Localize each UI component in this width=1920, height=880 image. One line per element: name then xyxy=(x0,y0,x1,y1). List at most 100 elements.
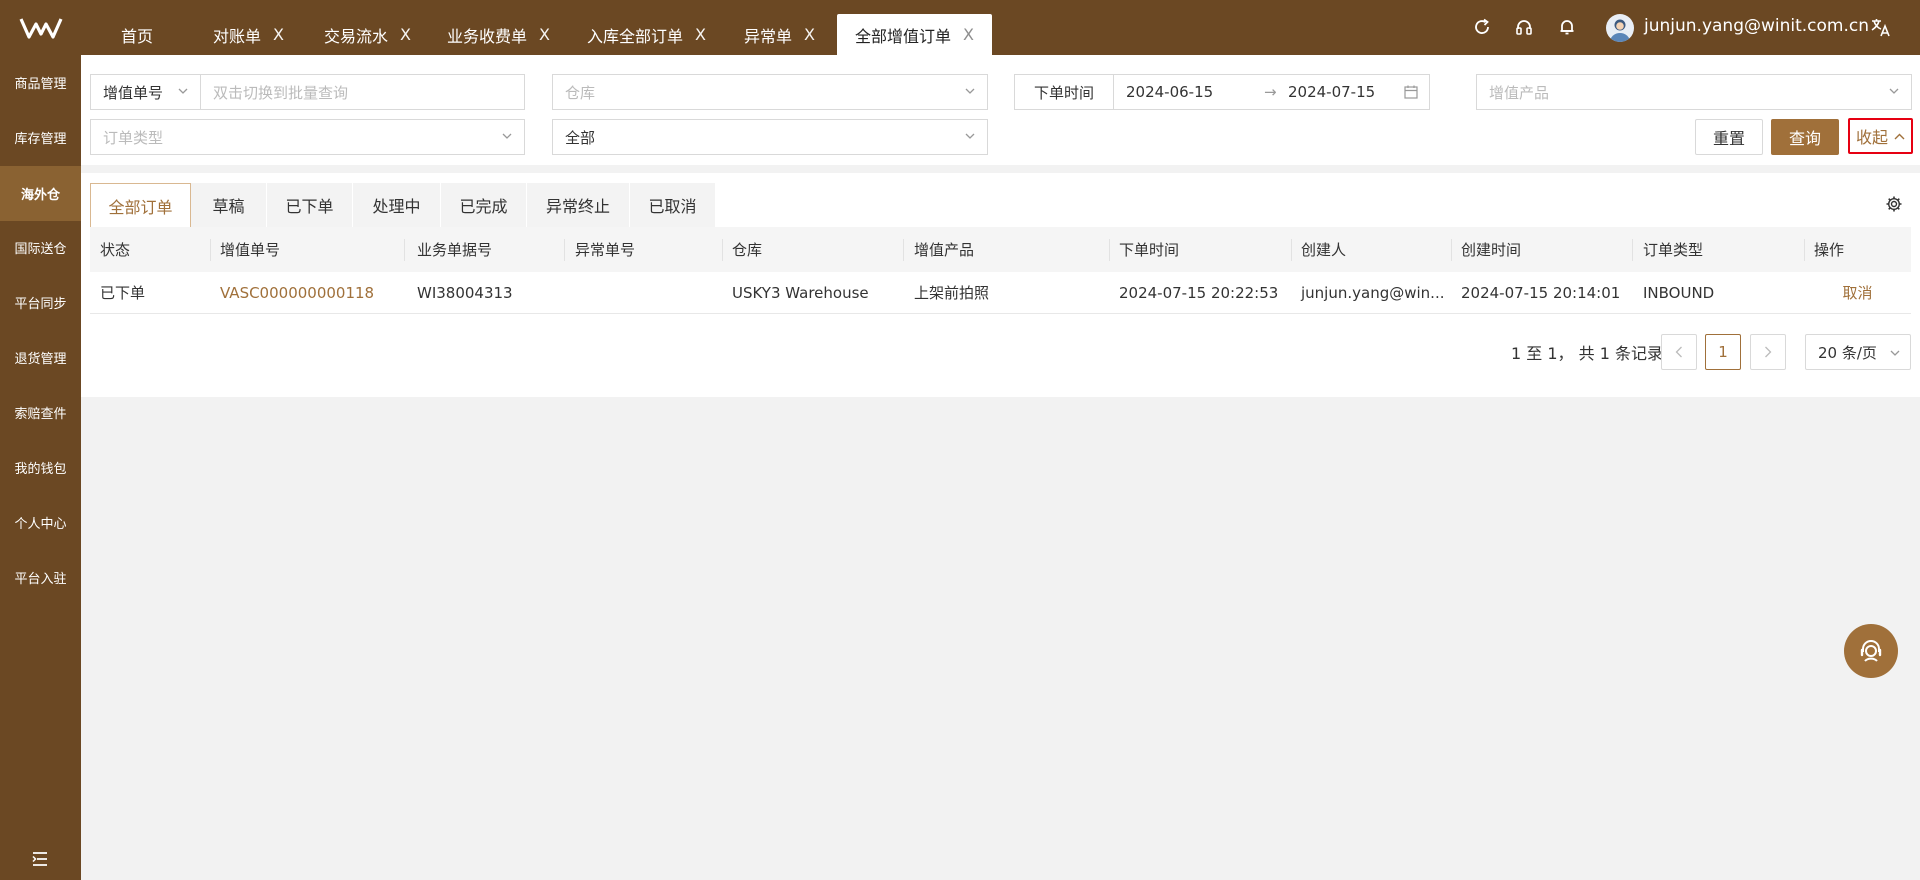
vas-product-select[interactable]: 增值产品 xyxy=(1476,74,1912,110)
table-header: 状态 增值单号 业务单据号 异常单号 仓库 增值产品 下单时间 创建人 创建时间… xyxy=(90,227,1911,272)
cancel-order-link[interactable]: 取消 xyxy=(1804,272,1911,313)
status-tab-draft[interactable]: 草稿 xyxy=(191,183,267,227)
tab-transactions[interactable]: 交易流水 X xyxy=(324,14,411,55)
tab-home[interactable]: 首页 xyxy=(121,14,153,55)
user-email[interactable]: junjun.yang@winit.com.cn xyxy=(1644,16,1869,36)
date-end[interactable]: 2024-07-15 xyxy=(1288,83,1375,101)
select-value: 全部 xyxy=(565,128,596,147)
sidebar-item-overseas-warehouse[interactable]: 海外仓 xyxy=(0,166,81,221)
collapse-filters-button[interactable]: 收起 xyxy=(1848,118,1913,154)
status-tab-ordered[interactable]: 已下单 xyxy=(267,183,353,227)
chevron-down-icon xyxy=(178,86,188,96)
sidebar-item-inventory[interactable]: 库存管理 xyxy=(0,110,81,165)
date-start[interactable]: 2024-06-15 xyxy=(1114,83,1213,101)
cell-exception-number xyxy=(565,272,722,313)
tab-label: 全部增值订单 xyxy=(855,26,952,46)
select-placeholder: 订单类型 xyxy=(103,128,164,147)
warehouse-select[interactable]: 仓库 xyxy=(552,74,988,110)
chevron-right-icon xyxy=(1765,346,1772,358)
tab-inbound-orders[interactable]: 入库全部订单 X xyxy=(587,14,706,55)
col-actions: 操作 xyxy=(1814,241,1845,259)
status-tab-all[interactable]: 全部订单 xyxy=(90,183,191,227)
winit-logo[interactable] xyxy=(0,0,81,55)
col-business-number: 业务单据号 xyxy=(417,241,493,259)
tab-label: 业务收费单 xyxy=(447,26,528,46)
order-type-select[interactable]: 订单类型 xyxy=(90,119,525,155)
cell-vas-number-link[interactable]: VASC000000000118 xyxy=(210,272,404,313)
select-value: 增值单号 xyxy=(103,83,164,102)
tab-label: 对账单 xyxy=(213,26,262,46)
page-size-value: 20 条/页 xyxy=(1818,343,1877,362)
col-warehouse: 仓库 xyxy=(732,241,763,259)
sidebar-item-products[interactable]: 商品管理 xyxy=(0,55,81,110)
col-order-type: 订单类型 xyxy=(1643,241,1704,259)
menu-collapse-icon[interactable] xyxy=(28,847,52,871)
close-icon[interactable]: X xyxy=(400,25,411,44)
sidebar-item-returns[interactable]: 退货管理 xyxy=(0,330,81,385)
cell-status: 已下单 xyxy=(100,284,146,302)
sidebar-item-claims[interactable]: 索赔查件 xyxy=(0,385,81,440)
tab-exceptions[interactable]: 异常单 X xyxy=(744,14,815,55)
order-time-text: 下单时间 xyxy=(1033,83,1094,102)
col-order-time: 下单时间 xyxy=(1119,241,1180,259)
chevron-down-icon xyxy=(965,86,975,96)
sidebar-item-platform-onboarding[interactable]: 平台入驻 xyxy=(0,550,81,605)
support-agent-icon xyxy=(1860,640,1882,662)
refresh-icon[interactable] xyxy=(1470,15,1494,39)
cell-order-time: 2024-07-15 20:22:53 xyxy=(1119,283,1279,302)
chevron-down-icon xyxy=(965,131,975,141)
tab-business-fees[interactable]: 业务收费单 X xyxy=(447,14,550,55)
sidebar: 商品管理 库存管理 海外仓 国际送仓 平台同步 退货管理 索赔查件 我的钱包 个… xyxy=(0,55,81,880)
chevron-down-icon xyxy=(1889,86,1899,96)
tab-label: 入库全部订单 xyxy=(587,26,684,46)
cell-business-number: WI38004313 xyxy=(417,283,513,302)
calendar-icon[interactable] xyxy=(1403,84,1419,104)
status-tab-completed[interactable]: 已完成 xyxy=(441,183,527,227)
cell-order-type: INBOUND xyxy=(1643,283,1715,302)
page-button-current[interactable]: 1 xyxy=(1705,334,1741,370)
chevron-down-icon xyxy=(502,131,512,141)
sidebar-item-wallet[interactable]: 我的钱包 xyxy=(0,440,81,495)
avatar[interactable] xyxy=(1606,14,1634,42)
settings-gear-icon[interactable] xyxy=(1885,195,1903,213)
close-icon[interactable]: X xyxy=(804,25,815,44)
tab-label: 异常单 xyxy=(744,26,793,46)
prev-page-button[interactable] xyxy=(1661,334,1697,370)
status-tab-aborted[interactable]: 异常终止 xyxy=(527,183,630,227)
customer-support-button[interactable] xyxy=(1844,624,1898,678)
date-range-picker[interactable]: 2024-06-15 → 2024-07-15 xyxy=(1113,74,1430,110)
sidebar-item-platform-sync[interactable]: 平台同步 xyxy=(0,275,81,330)
translate-icon[interactable] xyxy=(1869,15,1893,39)
status-select[interactable]: 全部 xyxy=(552,119,988,155)
reset-button[interactable]: 重置 xyxy=(1695,119,1763,155)
sidebar-item-profile[interactable]: 个人中心 xyxy=(0,495,81,550)
close-icon[interactable]: X xyxy=(695,25,706,44)
close-icon[interactable]: X xyxy=(273,25,284,44)
collapse-label: 收起 xyxy=(1855,128,1888,147)
status-tab-cancelled[interactable]: 已取消 xyxy=(630,183,716,227)
col-creator: 创建人 xyxy=(1301,241,1347,259)
close-icon[interactable]: X xyxy=(963,25,974,44)
select-placeholder: 仓库 xyxy=(565,83,596,102)
col-vas-product: 增值产品 xyxy=(914,241,975,259)
tab-label: 首页 xyxy=(121,26,154,46)
close-icon[interactable]: X xyxy=(539,25,550,44)
headset-icon[interactable] xyxy=(1512,15,1536,39)
sidebar-item-international-delivery[interactable]: 国际送仓 xyxy=(0,220,81,275)
tab-statement[interactable]: 对账单 X xyxy=(213,14,284,55)
input-placeholder: 双击切换到批量查询 xyxy=(213,83,349,102)
page-size-select[interactable]: 20 条/页 xyxy=(1805,334,1911,370)
bell-icon[interactable] xyxy=(1555,15,1579,39)
cell-warehouse: USKY3 Warehouse xyxy=(732,283,869,302)
select-placeholder: 增值产品 xyxy=(1489,83,1550,102)
next-page-button[interactable] xyxy=(1750,334,1786,370)
status-tab-processing[interactable]: 处理中 xyxy=(353,183,441,227)
top-bar: 首页 对账单 X 交易流水 X 业务收费单 X 入库全部订单 X 异常单 X 全… xyxy=(0,0,1920,55)
search-button[interactable]: 查询 xyxy=(1771,119,1839,155)
vas-number-input[interactable]: 双击切换到批量查询 xyxy=(200,74,525,110)
cell-created-at: 2024-07-15 20:14:01 xyxy=(1461,283,1621,302)
vas-number-type-select[interactable]: 增值单号 xyxy=(90,74,201,110)
tab-all-vas-orders[interactable]: 全部增值订单 X xyxy=(837,14,992,55)
cell-vas-product: 上架前拍照 xyxy=(914,284,990,302)
col-vas-number: 增值单号 xyxy=(220,241,281,259)
